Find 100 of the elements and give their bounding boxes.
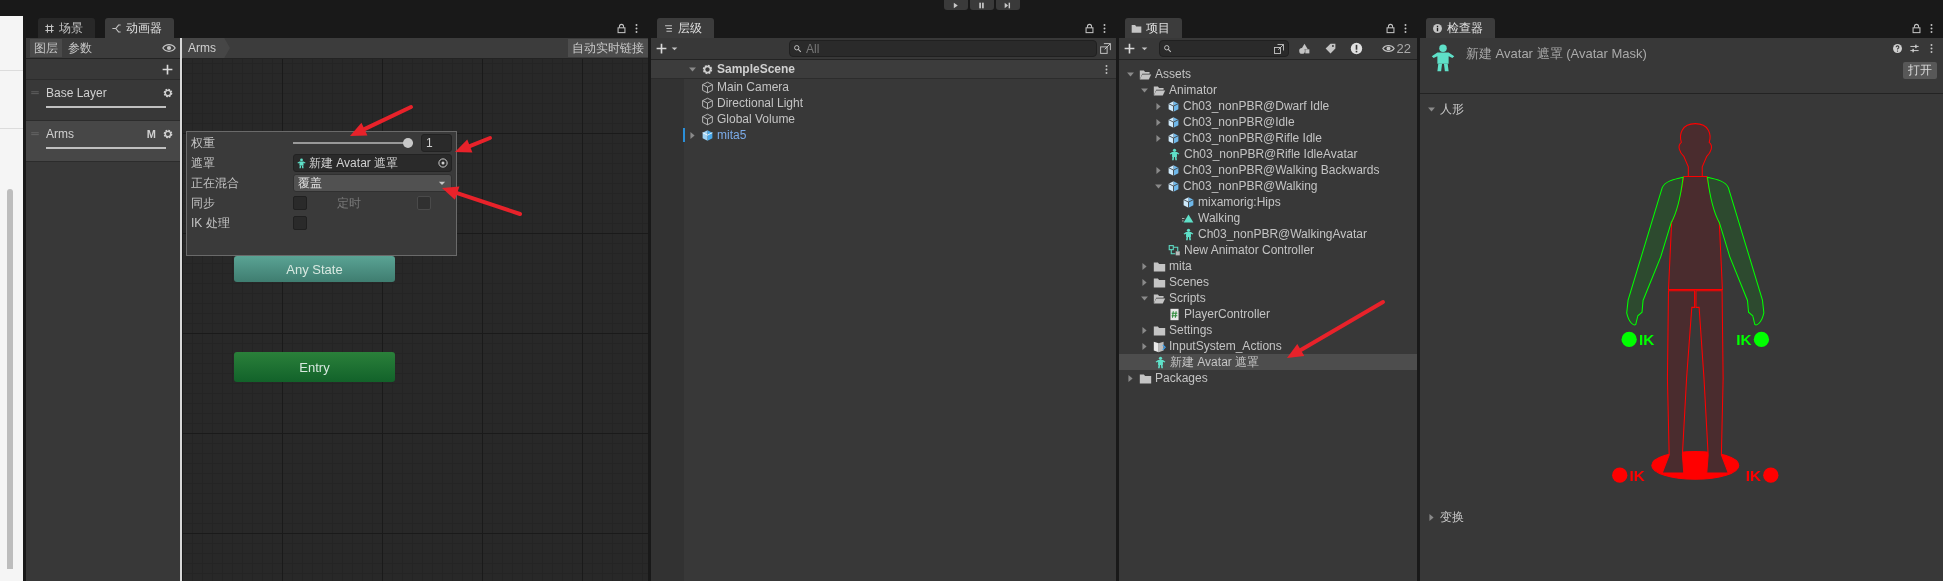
torso-shape[interactable] [1667, 176, 1723, 291]
panel-tab[interactable]: 检查器 [1426, 18, 1495, 38]
asset-item[interactable]: Ch03_nonPBR@Walking Backwards [1119, 162, 1417, 178]
head-shape[interactable] [1678, 123, 1713, 178]
foldout-header[interactable]: 变换 [1420, 508, 1943, 526]
asset-item[interactable]: Ch03_nonPBR@Walking [1119, 178, 1417, 194]
lock-icon[interactable] [616, 22, 627, 34]
asset-item[interactable]: Settings [1119, 322, 1417, 338]
foldout-header[interactable]: 人形 [1420, 100, 1943, 118]
caret-icon[interactable] [670, 44, 679, 53]
expand-arrow-icon[interactable] [1139, 260, 1150, 272]
folder-icon [1153, 259, 1166, 273]
panel-tab[interactable]: 动画器 [105, 18, 174, 38]
hierarchy-item[interactable]: Directional Light [651, 95, 1116, 111]
help-icon[interactable] [1892, 43, 1903, 54]
lock-icon[interactable] [1385, 22, 1396, 34]
eye-icon[interactable] [1381, 42, 1395, 55]
expand-arrow-icon[interactable] [1125, 372, 1136, 384]
expand-arrow-icon[interactable] [1153, 100, 1164, 112]
info-icon [1432, 22, 1443, 34]
settings-icon[interactable] [162, 87, 174, 99]
play-icon [951, 0, 960, 10]
cube-icon [1167, 131, 1180, 145]
field-label: 定时 [337, 194, 362, 212]
sidebar-tab[interactable]: 参数 [64, 39, 96, 57]
asset-item[interactable]: Animator [1119, 82, 1417, 98]
asset-item[interactable]: Scenes [1119, 274, 1417, 290]
arm-shape[interactable] [1706, 176, 1765, 326]
open-button[interactable]: 打开 [1903, 62, 1937, 79]
scrollbar-thumb[interactable] [6, 189, 13, 569]
settings-icon[interactable] [162, 128, 174, 140]
object-field[interactable]: 新建 Avatar 遮罩 [293, 154, 452, 172]
asset-item[interactable]: Assets [1119, 66, 1417, 82]
expand-arrow-icon[interactable] [1139, 276, 1150, 288]
dropdown[interactable]: 覆盖 [293, 174, 452, 192]
leg-shape[interactable] [1661, 290, 1696, 474]
auto-live-link-button[interactable]: 自动实时链接 [568, 39, 648, 57]
asset-item[interactable]: Ch03_nonPBR@Dwarf Idle [1119, 98, 1417, 114]
expand-arrow-icon[interactable] [1139, 340, 1150, 352]
breadcrumb[interactable]: Arms [182, 38, 230, 58]
caret-icon[interactable] [1140, 44, 1149, 53]
section-label: 人形 [1440, 100, 1464, 118]
checkbox[interactable] [293, 216, 307, 230]
cube-icon [1167, 179, 1180, 193]
panel-tab[interactable]: 层级 [657, 18, 714, 38]
folder-icon [1153, 275, 1166, 289]
asset-item[interactable]: Ch03_nonPBR@Rifle IdleAvatar [1119, 146, 1417, 162]
add-icon[interactable] [161, 62, 174, 76]
ik-dot[interactable] [1753, 331, 1770, 348]
folder-icon [1131, 22, 1142, 34]
leg-shape[interactable] [1695, 290, 1730, 474]
expand-arrow-icon[interactable] [687, 129, 698, 141]
layer-item[interactable]: Arms M [26, 121, 180, 162]
asset-item[interactable]: PlayerController [1119, 306, 1417, 322]
asset-item[interactable]: Ch03_nonPBR@Rifle Idle [1119, 130, 1417, 146]
asset-item[interactable]: Packages [1119, 370, 1417, 386]
asset-item[interactable]: New Animator Controller [1119, 242, 1417, 258]
asset-item[interactable]: mita [1119, 258, 1417, 274]
add-icon[interactable] [1123, 42, 1136, 55]
expand-arrow-icon[interactable] [1153, 132, 1164, 144]
target-icon[interactable] [437, 157, 449, 169]
step-button[interactable] [995, 0, 1020, 10]
sliders-icon[interactable] [1909, 43, 1920, 54]
expand-arrow-icon[interactable] [1139, 324, 1150, 336]
field-label: IK 处理 [191, 214, 231, 232]
asset-item[interactable]: mixamorig:Hips [1119, 194, 1417, 210]
lock-icon[interactable] [1084, 22, 1095, 34]
cube-icon [1167, 99, 1180, 113]
pause-button[interactable] [969, 0, 994, 10]
checkbox[interactable] [293, 196, 307, 210]
search-field[interactable] [1159, 40, 1289, 57]
ik-dot[interactable] [1612, 467, 1628, 483]
hierarchy-item[interactable]: mita5 [651, 127, 1116, 143]
asset-item[interactable]: 新建 Avatar 遮罩 [1119, 354, 1417, 370]
hierarchy-item[interactable]: Main Camera [651, 79, 1116, 95]
popout-icon[interactable] [1099, 42, 1112, 55]
asset-item[interactable]: Ch03_nonPBR@WalkingAvatar [1119, 226, 1417, 242]
asset-item[interactable]: InputSystem_Actions [1119, 338, 1417, 354]
lock-icon[interactable] [1911, 22, 1922, 34]
play-button[interactable] [943, 0, 968, 10]
asset-item[interactable]: Ch03_nonPBR@Idle [1119, 114, 1417, 130]
ik-dot[interactable] [1763, 467, 1779, 483]
panel-tab[interactable]: 项目 [1125, 18, 1182, 38]
scene-name[interactable]: SampleScene [717, 62, 796, 76]
popout-icon[interactable] [1273, 42, 1285, 55]
sidebar-tab[interactable]: 图层 [30, 39, 62, 57]
arm-shape[interactable] [1626, 176, 1684, 326]
asset-item[interactable]: Walking [1119, 210, 1417, 226]
panel-tab[interactable]: 场景 [38, 18, 95, 38]
eye-icon[interactable] [162, 41, 176, 55]
add-icon[interactable] [655, 42, 668, 55]
state-node[interactable]: Entry [234, 352, 395, 382]
book-icon [1153, 339, 1166, 353]
expand-arrow-icon[interactable] [1153, 164, 1164, 176]
hierarchy-item[interactable]: Global Volume [651, 111, 1116, 127]
list-icon [663, 22, 674, 34]
asset-item[interactable]: Scripts [1119, 290, 1417, 306]
ik-dot[interactable] [1621, 331, 1637, 348]
number-field[interactable]: 1 [421, 134, 452, 152]
expand-arrow-icon[interactable] [1153, 116, 1164, 128]
